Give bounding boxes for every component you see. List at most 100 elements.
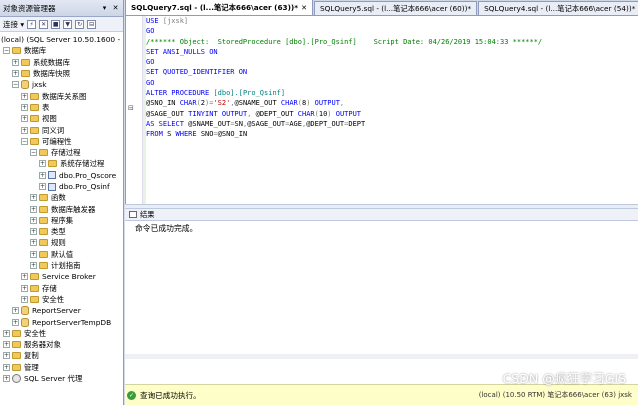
collapse-icon[interactable]: − <box>30 149 37 157</box>
filter-icon[interactable]: ▼ <box>63 19 73 29</box>
tree-node[interactable]: − 存储过程 <box>0 147 123 158</box>
tree-node[interactable]: + 复制 <box>0 350 123 361</box>
folder-icon <box>30 115 39 123</box>
tree-node[interactable]: + 存储 <box>0 283 123 294</box>
tree-node[interactable]: + 安全性 <box>0 294 123 305</box>
expand-icon[interactable]: + <box>3 375 10 383</box>
expand-icon[interactable]: + <box>30 194 37 202</box>
tree-node[interactable]: + 函数 <box>0 192 123 203</box>
expand-icon[interactable]: + <box>21 295 28 303</box>
code-token: @SNO_IN <box>146 99 180 108</box>
expand-icon[interactable]: + <box>21 284 28 292</box>
tree-node[interactable]: + Service Broker <box>0 271 123 282</box>
expand-icon[interactable]: + <box>30 250 37 258</box>
expand-icon[interactable]: + <box>30 205 37 213</box>
collapse-all-icon[interactable]: ⊟ <box>87 19 97 29</box>
folder-icon <box>39 149 48 157</box>
tree-node[interactable]: + 计划指南 <box>0 260 123 271</box>
code-token: SN <box>234 119 243 128</box>
code-token: @SNAME_OUT <box>234 99 281 108</box>
expand-icon[interactable]: + <box>12 70 19 78</box>
tree-node[interactable]: + ReportServerTempDB <box>0 316 123 327</box>
tree-node[interactable]: + 管理 <box>0 362 123 373</box>
expand-icon[interactable]: + <box>3 352 10 360</box>
code-token: @SNAME_OUT <box>188 119 231 128</box>
expand-icon[interactable]: + <box>21 92 28 100</box>
tree-node[interactable]: − 可编程性 <box>0 136 123 147</box>
expand-icon[interactable]: + <box>30 239 37 247</box>
close-tab-icon[interactable]: ✕ <box>301 4 307 12</box>
code-token: SET QUOTED_IDENTIFIER ON <box>146 68 248 77</box>
tree-node[interactable]: + 数据库触发器 <box>0 203 123 214</box>
expand-icon[interactable]: + <box>21 103 28 111</box>
code-token: S <box>167 130 176 139</box>
tree-node[interactable]: + 规则 <box>0 237 123 248</box>
result-message: 命令已成功完成。 <box>135 224 198 233</box>
database-icon <box>21 80 29 90</box>
folder-icon <box>12 47 21 55</box>
tree-node[interactable]: + 类型 <box>0 226 123 237</box>
tree-node-label: 系统存储过程 <box>60 159 105 169</box>
tree-node[interactable]: + dbo.Pro_Qscore <box>0 170 123 181</box>
expand-icon[interactable]: + <box>30 216 37 224</box>
stop-icon[interactable]: ■ <box>51 19 61 29</box>
tree-node[interactable]: + 安全性 <box>0 328 123 339</box>
tree-node[interactable]: − 数据库 <box>0 45 123 56</box>
tree-node[interactable]: + 默认值 <box>0 249 123 260</box>
expand-icon[interactable]: + <box>3 341 10 349</box>
sql-editor[interactable]: ⊟ USE [jxsk] GO/****** Object: StoredProc… <box>125 16 638 204</box>
tree-node[interactable]: + 数据库关系图 <box>0 90 123 101</box>
tree-node[interactable]: + 同义词 <box>0 124 123 135</box>
document-tab[interactable]: SQLQuery4.sql - (l...笔记本666\acer (54))* <box>478 1 638 15</box>
tree-node[interactable]: + 视图 <box>0 113 123 124</box>
tree-node[interactable]: + 表 <box>0 102 123 113</box>
tree-node[interactable]: + dbo.Pro_Qsinf <box>0 181 123 192</box>
folder-icon <box>48 160 57 168</box>
expand-icon[interactable]: + <box>12 58 19 66</box>
expand-icon[interactable]: + <box>21 126 28 134</box>
document-tab[interactable]: SQLQuery5.sql - (l...笔记本666\acer (60))* <box>313 1 478 15</box>
code-line: AS SELECT @SNAME_OUT=SN,@SAGE_OUT=AGE,@D… <box>146 119 638 129</box>
results-tab[interactable]: 结果 <box>129 210 155 220</box>
collapse-icon[interactable]: − <box>3 47 10 55</box>
collapse-icon[interactable]: − <box>12 81 19 89</box>
tree-node[interactable]: − jxsk <box>0 79 123 90</box>
code-line: GO <box>146 57 638 67</box>
code-token: @SNO_IN <box>217 130 248 139</box>
expand-icon[interactable]: + <box>30 262 37 270</box>
expand-icon[interactable]: + <box>3 329 10 337</box>
expand-icon[interactable]: + <box>12 318 19 326</box>
disconnect-icon[interactable]: ✕ <box>39 19 49 29</box>
tree-node[interactable]: + 程序集 <box>0 215 123 226</box>
expand-icon[interactable]: + <box>39 171 46 179</box>
code-line: /****** Object: StoredProcedure [dbo].[P… <box>146 37 638 47</box>
folder-icon <box>39 194 48 202</box>
tree-node-label: 计划指南 <box>51 261 81 271</box>
tree-node[interactable]: + 系统存储过程 <box>0 158 123 169</box>
expand-icon[interactable]: + <box>30 228 37 236</box>
expand-icon[interactable]: + <box>39 160 46 168</box>
refresh-icon[interactable]: ↻ <box>75 19 85 29</box>
expand-icon[interactable]: + <box>12 307 19 315</box>
tree-node-server[interactable]: (local) (SQL Server 10.50.1600 - 笔记本 <box>0 34 123 45</box>
tree-node[interactable]: + 系统数据库 <box>0 57 123 68</box>
folder-icon <box>30 295 39 303</box>
code-token: @SAGE_OUT <box>247 119 286 128</box>
sql-code[interactable]: USE [jxsk] GO/****** Object: StoredProced… <box>146 16 638 140</box>
expand-icon[interactable]: + <box>3 363 10 371</box>
tree-node[interactable]: + ReportServer <box>0 305 123 316</box>
tree-node[interactable]: + 服务器对象 <box>0 339 123 350</box>
tree-node[interactable]: + SQL Server 代理 <box>0 373 123 384</box>
expand-icon[interactable]: + <box>39 183 46 190</box>
expand-icon[interactable]: + <box>21 115 28 123</box>
outline-collapse-icon[interactable]: ⊟ <box>128 104 137 112</box>
pin-dropdown-icon[interactable]: ▾ <box>100 4 109 13</box>
tree-node[interactable]: + 数据库快照 <box>0 68 123 79</box>
expand-icon[interactable]: + <box>21 273 28 281</box>
connect-icon[interactable]: ⚡ <box>27 19 37 29</box>
close-icon[interactable]: ✕ <box>111 4 120 13</box>
document-tab[interactable]: SQLQuery7.sql - (l...笔记本666\acer (63))* ✕ <box>125 0 313 15</box>
connect-button[interactable]: 连接 ▾ <box>3 19 24 30</box>
collapse-icon[interactable]: − <box>21 137 28 145</box>
code-token: OUTPUT <box>314 99 340 108</box>
